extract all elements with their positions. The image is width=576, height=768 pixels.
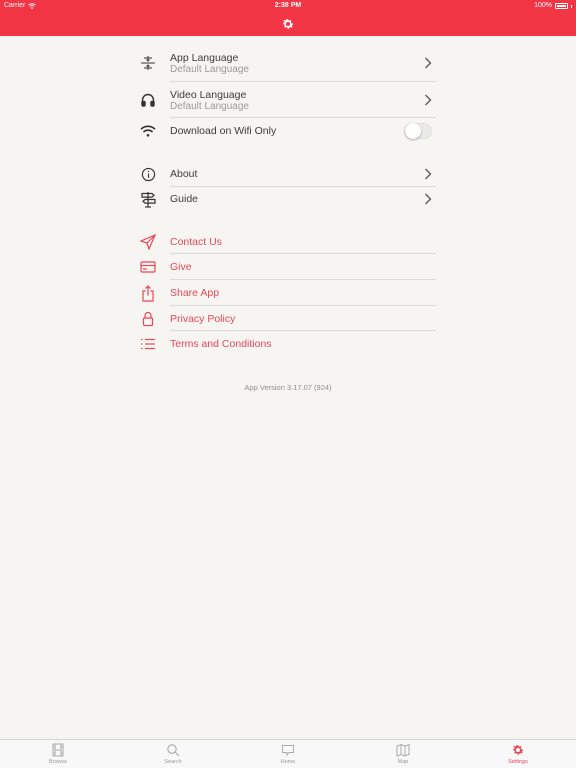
share-app-row[interactable]: Share App — [139, 284, 436, 302]
lock-icon — [139, 310, 157, 328]
info-icon — [139, 165, 157, 183]
chevron-right-icon — [425, 94, 432, 106]
tab-bar: Browse Search Home Map Settings — [0, 739, 576, 768]
headphones-icon — [139, 91, 157, 109]
tab-map[interactable]: Map — [373, 740, 433, 768]
search-icon — [167, 744, 180, 757]
divider — [170, 305, 436, 306]
share-app-label: Share App — [170, 287, 220, 299]
divider — [170, 330, 436, 331]
share-icon — [139, 284, 157, 302]
tab-search-label: Search — [164, 759, 182, 765]
signpost-icon — [139, 190, 157, 208]
contact-us-label: Contact Us — [170, 236, 222, 248]
terms-row[interactable]: Terms and Conditions — [139, 335, 436, 353]
tab-home-label: Home — [280, 759, 296, 765]
app-language-value: Default Language — [170, 64, 249, 75]
gear-icon — [513, 744, 524, 755]
status-bar: Carrier 2:38 PM 100% — [0, 0, 576, 12]
tab-map-label: Map — [397, 759, 409, 765]
wifi-only-label: Download on Wifi Only — [170, 125, 277, 137]
film-icon — [52, 743, 64, 757]
chevron-right-icon — [425, 193, 432, 205]
credit-card-icon — [139, 258, 157, 276]
give-label: Give — [170, 261, 192, 273]
language-icon — [139, 54, 157, 72]
clock: 2:38 PM — [274, 2, 302, 9]
divider — [170, 117, 436, 118]
app-version: App Version 3.17.07 (924) — [244, 383, 332, 392]
battery-percent: 100% — [534, 2, 552, 9]
privacy-policy-row[interactable]: Privacy Policy — [139, 310, 436, 328]
nav-bar: Carrier 2:38 PM 100% — [0, 0, 576, 36]
video-language-value: Default Language — [170, 101, 249, 112]
divider — [170, 253, 436, 254]
chevron-right-icon — [425, 57, 432, 69]
tab-home[interactable]: Home — [258, 740, 318, 768]
guide-row[interactable]: Guide — [139, 190, 436, 208]
list-icon — [139, 335, 157, 353]
tab-browse-label: Browse — [48, 759, 68, 765]
battery-icon — [555, 3, 568, 9]
wifi-only-row: Download on Wifi Only — [139, 122, 436, 140]
home-icon — [282, 745, 294, 757]
privacy-policy-label: Privacy Policy — [170, 313, 236, 325]
send-icon — [139, 233, 157, 251]
wifi-icon — [139, 122, 157, 140]
divider — [170, 81, 436, 82]
contact-us-row[interactable]: Contact Us — [139, 233, 436, 251]
map-icon — [396, 743, 410, 757]
tab-settings-label: Settings — [508, 759, 528, 765]
video-language-label: Video Language — [170, 89, 247, 101]
divider — [170, 186, 436, 187]
toggle-knob — [405, 123, 421, 139]
chevron-right-icon — [425, 168, 432, 180]
about-label: About — [170, 168, 198, 180]
guide-label: Guide — [170, 193, 199, 205]
divider — [170, 279, 436, 280]
tab-search[interactable]: Search — [143, 740, 203, 768]
video-language-row[interactable]: Video Language Default Language — [139, 89, 436, 112]
app-language-label: App Language — [170, 52, 239, 64]
give-row[interactable]: Give — [139, 258, 436, 276]
tab-browse[interactable]: Browse — [28, 740, 88, 768]
about-row[interactable]: About — [139, 165, 436, 183]
status-right: 100% — [534, 0, 572, 12]
app-language-row[interactable]: App Language Default Language — [139, 52, 436, 75]
tab-settings[interactable]: Settings — [488, 740, 548, 768]
wifi-only-toggle[interactable] — [404, 123, 432, 139]
gear-icon — [283, 18, 294, 29]
battery-tip — [571, 4, 572, 8]
terms-label: Terms and Conditions — [170, 338, 272, 350]
